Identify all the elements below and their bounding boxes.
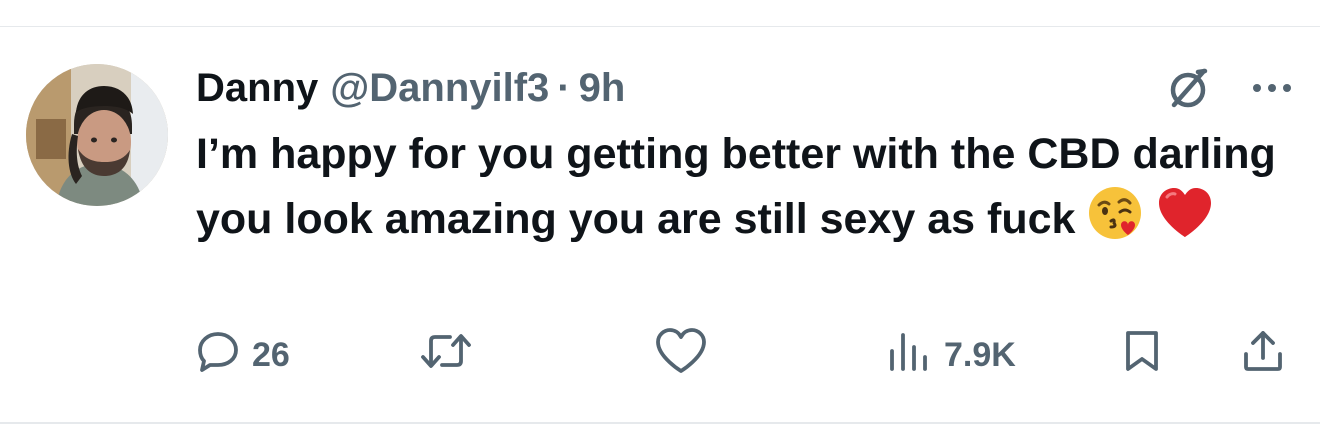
top-divider [0, 26, 1320, 27]
views-icon [886, 329, 932, 382]
views-button[interactable]: 7.9K [886, 330, 1016, 380]
more-icon[interactable] [1250, 81, 1294, 95]
tweet-timestamp[interactable]: 9h [579, 62, 626, 114]
face-blowing-kiss-icon [1087, 185, 1143, 258]
like-button[interactable] [654, 327, 708, 380]
tweet-header: Danny @Dannyilf3 · 9h [196, 62, 625, 114]
author-handle[interactable]: @Dannyilf3 [330, 62, 549, 114]
retweet-icon [418, 329, 474, 382]
header-actions [1164, 62, 1294, 114]
grok-icon[interactable] [1164, 63, 1214, 113]
tweet-text: I’m happy for you getting better with th… [196, 124, 1276, 258]
author-display-name[interactable]: Danny [196, 62, 318, 114]
reply-icon [196, 329, 240, 382]
retweet-button[interactable] [418, 330, 474, 380]
avatar-photo [26, 64, 168, 206]
share-button[interactable] [1240, 330, 1286, 380]
bookmark-icon [1122, 328, 1162, 383]
views-count: 7.9K [944, 335, 1016, 374]
share-icon [1240, 328, 1286, 383]
red-heart-icon [1155, 185, 1215, 258]
separator-dot: · [557, 66, 571, 110]
reply-button[interactable]: 26 [196, 330, 290, 380]
bottom-divider [0, 422, 1320, 424]
like-icon [654, 327, 708, 384]
reply-count: 26 [252, 335, 290, 374]
avatar[interactable] [26, 64, 168, 206]
bookmark-button[interactable] [1122, 330, 1162, 380]
tweet-actions: 26 7.9K [196, 327, 1296, 380]
